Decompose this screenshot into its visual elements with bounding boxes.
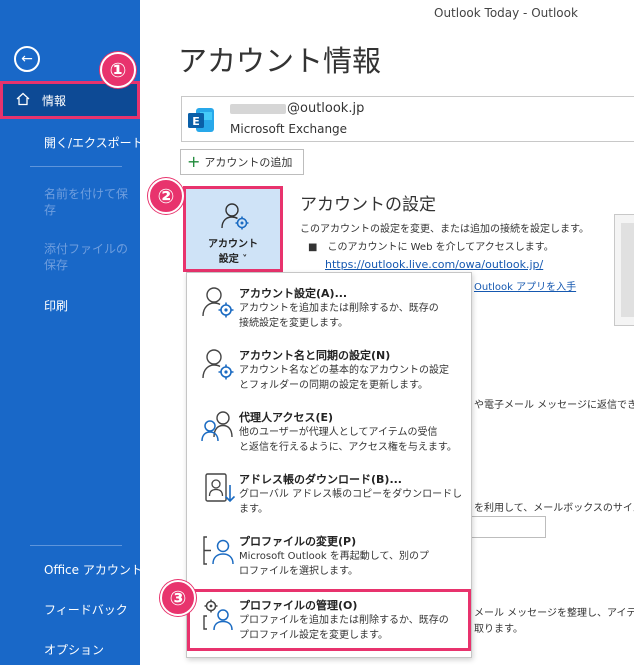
sidebar-item-open-export[interactable]: 開く/エクスポート	[44, 134, 144, 151]
menu-item-change-profile[interactable]: プロファイルの変更(P) Microsoft Outlook を再起動して、別の…	[187, 525, 471, 587]
exchange-logo-icon: E	[188, 108, 214, 132]
menu-item-title: プロファイルの変更(P)	[239, 535, 357, 548]
sidebar-divider	[30, 545, 122, 546]
address-book-download-icon	[205, 473, 235, 503]
sidebar-item-office-account[interactable]: Office アカウント	[44, 561, 143, 578]
mailbox-size-bar	[470, 516, 546, 538]
home-icon	[16, 92, 30, 106]
outlook-backstage: ← 情報 開く/エクスポート 名前を付けて保存 添付ファイルの保存 印刷 Off…	[0, 0, 634, 665]
get-app-link[interactable]: Outlook アプリを入手	[474, 278, 576, 293]
sidebar-item-label: 名前を付けて保存	[44, 187, 129, 217]
account-settings-menu: アカウント設定(A)... アカウントを追加または削除するか、既存の 接続設定を…	[186, 272, 472, 658]
tile-label-line1: アカウント	[208, 239, 258, 250]
menu-item-delegate-access[interactable]: 代理人アクセス(E) 他のユーザーが代理人としてアイテムの受信 と返信を行えるよ…	[187, 401, 471, 463]
section-description: このアカウントの設定を変更、または追加の接続を設定します。	[300, 224, 589, 235]
step-badge-3: ③	[160, 580, 196, 616]
account-email: @outlook.jp	[230, 101, 364, 116]
sidebar-item-label: 情報	[42, 94, 67, 108]
sidebar-item-feedback[interactable]: フィードバック	[44, 601, 140, 618]
sidebar-item-label: 開く/エクスポート	[44, 136, 144, 150]
sidebar-item-label: Office アカウント	[44, 563, 143, 577]
redacted-username	[230, 103, 286, 114]
sidebar-item-save-attachments: 添付ファイルの保存	[44, 241, 134, 273]
menu-item-description: プロファイルを追加または削除するか、既存の プロファイル設定を変更します。	[239, 615, 449, 641]
add-account-button[interactable]: + アカウントの追加	[180, 149, 304, 175]
backstage-sidebar: ← 情報 開く/エクスポート 名前を付けて保存 添付ファイルの保存 印刷 Off…	[0, 0, 144, 665]
sidebar-divider	[30, 166, 122, 167]
menu-item-title: アカウント名と同期の設定(N)	[239, 349, 391, 362]
menu-item-title: プロファイルの管理(O)	[239, 599, 358, 612]
sidebar-item-save-as: 名前を付けて保存	[44, 186, 134, 218]
menu-item-description: アカウント名などの基本的なアカウントの設定 とフォルダーの同期の設定を更新します…	[239, 365, 449, 391]
person-gear-icon	[202, 349, 234, 380]
background-text-mailbox: を利用して、メールボックスのサイズ	[474, 503, 634, 514]
profile-gear-icon	[203, 599, 233, 631]
delegate-people-icon	[201, 411, 233, 442]
account-selector[interactable]: E @outlook.jp Microsoft Exchange	[181, 96, 634, 142]
back-arrow-icon: ←	[21, 51, 33, 67]
sidebar-item-label: 印刷	[44, 299, 69, 313]
menu-item-description: 他のユーザーが代理人としてアイテムの受信 と返信を行えるように、アクセス権を与え…	[239, 427, 457, 453]
sidebar-item-label: 添付ファイルの保存	[44, 242, 129, 272]
profile-switch-icon	[203, 536, 234, 565]
menu-item-address-book-download[interactable]: アドレス帳のダウンロード(B)... グローバル アドレス帳のコピーをダウンロー…	[187, 463, 471, 525]
section-title: アカウントの設定	[300, 195, 436, 215]
menu-item-title: アドレス帳のダウンロード(B)...	[239, 473, 402, 486]
person-gear-icon	[221, 203, 249, 230]
menu-item-manage-profiles[interactable]: プロファイルの管理(O) プロファイルを追加または削除するか、既存の プロファイ…	[187, 589, 471, 651]
page-title: アカウント情報	[178, 44, 382, 78]
plus-icon: +	[187, 152, 201, 171]
back-button[interactable]: ←	[14, 46, 40, 72]
background-text-organize: メール メッセージを整理し、アイテム	[474, 608, 634, 619]
web-access-bullet: ■ このアカウントに Web を介してアクセスします。	[308, 242, 554, 253]
menu-item-account-settings[interactable]: アカウント設定(A)... アカウントを追加または削除するか、既存の 接続設定を…	[187, 277, 471, 339]
account-settings-button[interactable]: アカウント 設定 ˅	[183, 186, 283, 272]
profile-thumbnail	[614, 214, 634, 326]
menu-item-account-name-sync[interactable]: アカウント名と同期の設定(N) アカウント名などの基本的なアカウントの設定 とフ…	[187, 339, 471, 401]
background-text-reply: や電子メール メッセージに返信でき	[474, 400, 634, 411]
menu-item-description: グローバル アドレス帳のコピーをダウンロードし ます。	[239, 489, 463, 515]
step-badge-2: ②	[148, 178, 184, 214]
owa-link[interactable]: https://outlook.live.com/owa/outlook.jp/	[325, 258, 543, 271]
sidebar-item-options[interactable]: オプション	[44, 641, 140, 658]
sidebar-item-print[interactable]: 印刷	[44, 297, 134, 314]
svg-text:E: E	[192, 115, 200, 128]
add-account-label: アカウントの追加	[204, 156, 293, 169]
menu-item-title: アカウント設定(A)...	[239, 287, 348, 300]
tile-label-line2: 設定 ˅	[218, 254, 248, 265]
sidebar-item-label: オプション	[44, 643, 105, 657]
step-badge-1: ①	[100, 52, 136, 88]
menu-item-title: 代理人アクセス(E)	[239, 411, 334, 424]
menu-item-description: Microsoft Outlook を再起動して、別のプ ロファイルを選択します…	[239, 551, 430, 577]
menu-item-description: アカウントを追加または削除するか、既存の 接続設定を変更します。	[239, 303, 439, 329]
person-gear-icon	[202, 287, 234, 318]
account-type: Microsoft Exchange	[230, 122, 348, 136]
window-title: Outlook Today - Outlook	[434, 6, 578, 20]
background-text-received: 取ります。	[474, 624, 523, 635]
sidebar-item-label: フィードバック	[44, 603, 128, 617]
